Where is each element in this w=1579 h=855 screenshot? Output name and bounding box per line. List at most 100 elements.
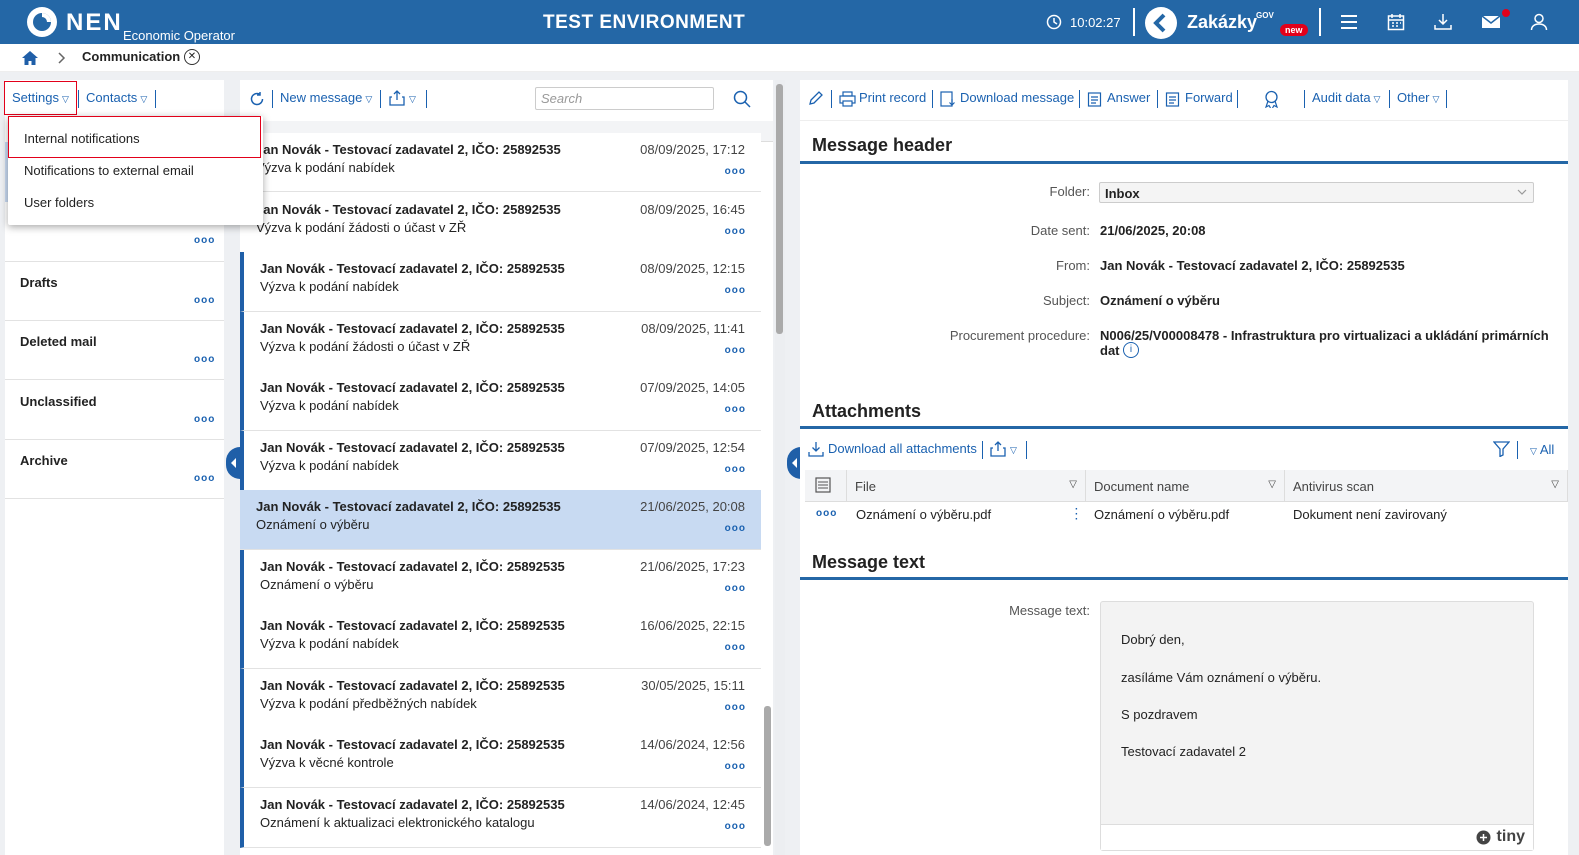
column-settings-cell[interactable] xyxy=(805,470,847,502)
zakazky-link[interactable]: Zakázky xyxy=(1187,12,1257,33)
more-icon[interactable]: ooo xyxy=(725,345,746,356)
more-icon[interactable]: ooo xyxy=(725,523,746,534)
more-icon[interactable]: ooo xyxy=(194,473,215,484)
more-icon[interactable]: ooo xyxy=(725,226,746,237)
mail-icon[interactable] xyxy=(1481,13,1501,31)
print-record-button[interactable]: Print record xyxy=(859,90,926,105)
forward-button[interactable]: Forward xyxy=(1185,90,1233,105)
message-text-editor[interactable]: Dobrý den, zasíláme Vám oznámení o výběr… xyxy=(1100,601,1534,851)
procedure-value[interactable]: N006/25/V00008478 - Infrastruktura pro v… xyxy=(1100,328,1549,343)
home-icon[interactable] xyxy=(21,50,39,66)
export-caret[interactable]: ▽ xyxy=(1007,441,1017,456)
more-icon[interactable]: ooo xyxy=(725,821,746,832)
message-row[interactable]: Jan Novák - Testovací zadavatel 2, IČO: … xyxy=(240,788,761,848)
more-icon[interactable]: ooo xyxy=(194,414,215,425)
new-message-button[interactable]: New message ▽ xyxy=(280,90,372,105)
collapse-middle-toggle[interactable] xyxy=(787,447,801,479)
column-header-file[interactable]: File ▽ xyxy=(847,470,1086,502)
message-row[interactable]: Jan Novák - Testovací zadavatel 2, IČO: … xyxy=(240,193,761,253)
message-row[interactable]: Jan Novák - Testovací zadavatel 2, IČO: … xyxy=(240,431,761,491)
more-icon[interactable]: ooo xyxy=(725,702,746,713)
column-settings-icon xyxy=(815,477,831,493)
more-icon[interactable]: ooo xyxy=(725,583,746,594)
close-icon[interactable]: ✕ xyxy=(184,49,200,65)
settings-menu[interactable]: Settings ▽ xyxy=(12,90,69,105)
message-row[interactable]: Jan Novák - Testovací zadavatel 2, IČO: … xyxy=(240,550,761,610)
export-icon[interactable] xyxy=(389,90,405,106)
folder-label: Folder: xyxy=(1049,184,1090,199)
download-icon[interactable] xyxy=(1434,13,1452,31)
column-filter-icon[interactable]: ▽ xyxy=(1069,479,1077,490)
breadcrumb-title[interactable]: Communication xyxy=(82,49,180,64)
section-title: Message text xyxy=(812,552,926,572)
more-icon[interactable]: ooo xyxy=(725,761,746,772)
vertical-more-icon[interactable]: · · · xyxy=(1075,505,1078,525)
message-row[interactable]: Jan Novák - Testovací zadavatel 2, IČO: … xyxy=(240,490,761,550)
folder-unclassified[interactable]: Unclassified ooo xyxy=(5,381,224,440)
column-filter-icon[interactable]: ▽ xyxy=(1551,479,1559,490)
message-row[interactable]: Jan Novák - Testovací zadavatel 2, IČO: … xyxy=(240,371,761,431)
more-icon[interactable]: ooo xyxy=(194,354,215,365)
more-icon[interactable]: ooo xyxy=(194,235,215,246)
procedure-value-cont[interactable]: dat xyxy=(1100,343,1120,358)
answer-icon[interactable] xyxy=(1087,91,1102,107)
notification-dot xyxy=(1502,9,1510,17)
message-row[interactable]: Jan Novák - Testovací zadavatel 2, IČO: … xyxy=(240,669,761,729)
award-icon[interactable] xyxy=(1263,90,1280,108)
edit-icon[interactable] xyxy=(808,90,824,106)
message-row[interactable]: Jan Novák - Testovací zadavatel 2, IČO: … xyxy=(240,252,761,312)
other-menu[interactable]: Other ▽ xyxy=(1397,90,1439,105)
info-icon[interactable]: i xyxy=(1123,342,1139,358)
download-message-icon[interactable] xyxy=(940,91,957,107)
divider xyxy=(1133,8,1135,36)
more-icon[interactable]: ooo xyxy=(725,285,746,296)
download-message-button[interactable]: Download message xyxy=(960,90,1074,105)
scrollbar-thumb[interactable] xyxy=(764,706,771,846)
menu-item-internal-notifications[interactable]: Internal notifications xyxy=(24,131,140,146)
collapse-left-toggle[interactable] xyxy=(226,447,240,479)
menu-icon[interactable] xyxy=(1340,13,1358,31)
user-icon[interactable] xyxy=(1530,13,1548,31)
column-header-document-name[interactable]: Document name ▽ xyxy=(1086,470,1285,502)
contacts-menu[interactable]: Contacts ▽ xyxy=(86,90,147,105)
filter-all-menu[interactable]: ▽ All xyxy=(1527,442,1554,457)
column-header-antivirus-scan[interactable]: Antivirus scan ▽ xyxy=(1285,470,1568,502)
calendar-icon[interactable] xyxy=(1387,13,1405,31)
folder-deleted-mail[interactable]: Deleted mail ooo xyxy=(5,321,224,380)
more-icon[interactable]: ooo xyxy=(725,464,746,475)
more-icon[interactable]: ooo xyxy=(725,404,746,415)
filter-icon[interactable] xyxy=(1493,441,1510,457)
audit-data-menu[interactable]: Audit data ▽ xyxy=(1312,90,1380,105)
message-sender: Jan Novák - Testovací zadavatel 2, IČO: … xyxy=(256,142,561,157)
refresh-icon[interactable] xyxy=(249,91,265,107)
print-icon[interactable] xyxy=(839,91,856,107)
message-row[interactable]: Jan Novák - Testovací zadavatel 2, IČO: … xyxy=(240,609,761,669)
divider xyxy=(982,441,983,459)
more-icon[interactable]: ooo xyxy=(194,295,215,306)
menu-item-user-folders[interactable]: User folders xyxy=(24,195,94,210)
scrollbar-thumb[interactable] xyxy=(776,84,783,334)
message-row[interactable]: Jan Novák - Testovací zadavatel 2, IČO: … xyxy=(240,312,761,372)
message-row[interactable]: Jan Novák - Testovací zadavatel 2, IČO: … xyxy=(240,728,761,788)
more-icon[interactable]: ooo xyxy=(725,642,746,653)
column-filter-icon[interactable]: ▽ xyxy=(1268,479,1276,490)
search-icon[interactable] xyxy=(733,90,751,108)
row-more-icon[interactable]: ooo xyxy=(816,508,837,519)
folder-select[interactable]: Inbox xyxy=(1099,182,1534,203)
answer-button[interactable]: Answer xyxy=(1107,90,1150,105)
download-all-attachments-button[interactable]: Download all attachments xyxy=(828,441,977,456)
zakazky-logo-icon[interactable] xyxy=(1145,7,1177,39)
attachment-file-link[interactable]: Oznámení o výběru.pdf xyxy=(856,507,991,522)
folder-archive[interactable]: Archive ooo xyxy=(5,440,224,499)
attachment-document-name: Oznámení o výběru.pdf xyxy=(1094,507,1230,522)
message-row[interactable]: Jan Novák - Testovací zadavatel 2, IČO: … xyxy=(240,133,761,192)
procedure-label: Procurement procedure: xyxy=(949,328,1090,343)
more-icon[interactable]: ooo xyxy=(725,166,746,177)
menu-item-external-email[interactable]: Notifications to external email xyxy=(24,163,194,178)
forward-icon[interactable] xyxy=(1165,91,1180,107)
export-caret[interactable]: ▽ xyxy=(406,90,416,105)
search-input[interactable]: Search xyxy=(535,87,714,110)
folder-drafts[interactable]: Drafts ooo xyxy=(5,262,224,321)
download-all-icon[interactable] xyxy=(808,441,824,457)
export-icon[interactable] xyxy=(990,441,1006,457)
